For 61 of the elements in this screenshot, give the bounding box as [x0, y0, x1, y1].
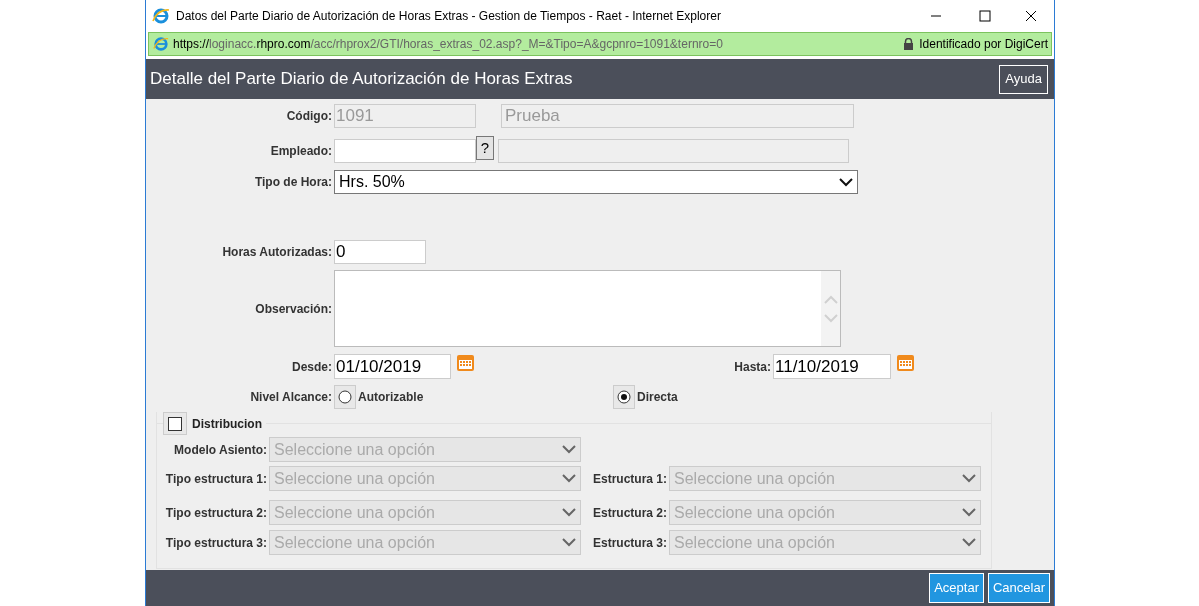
hour-type-select[interactable]: Hrs. 50% [334, 170, 858, 194]
field-label: Modelo Asiento: [173, 441, 268, 459]
select-value: Seleccione una opción [274, 439, 435, 460]
accept-button[interactable]: Aceptar [929, 573, 984, 603]
field-label: Hasta: [733, 358, 772, 376]
close-icon[interactable] [1025, 10, 1037, 22]
window-title: Datos del Parte Diario de Autorización de Horas Extras - Gestion de Tiempos - Raet - Internet Explorer [176, 8, 721, 25]
cancel-button[interactable]: Cancelar [987, 573, 1050, 603]
checkbox-icon[interactable] [168, 416, 182, 431]
field-label: Observación: [254, 300, 333, 318]
maximize-icon[interactable] [979, 10, 991, 22]
radio-icon[interactable] [338, 390, 352, 404]
field-label: Tipo estructura 1: [164, 470, 268, 488]
radio-label: Directa [637, 389, 679, 406]
field-label: Estructura 2: [591, 504, 668, 522]
select-value: Seleccione una opción [274, 468, 435, 489]
radio-label: Autorizable [358, 389, 425, 406]
page-title: Detalle del Parte Diario de Autorización de Horas Extras [150, 68, 573, 91]
address-bar[interactable]: https://loginacc.rhpro.com/acc/rhprox2/GTI/horas_extras_02.asp?_M=&Tipo=A&gcpnro=1091&ternro=0 Identificado por DigiCert [148, 32, 1052, 56]
field-label: Tipo estructura 3: [164, 534, 268, 552]
chevron-down-icon [562, 538, 576, 547]
chevron-down-icon [962, 474, 976, 483]
security-label: Identificado por DigiCert [919, 36, 1048, 53]
chevron-down-icon [962, 508, 976, 517]
employee-field[interactable] [334, 139, 476, 163]
field-label: Estructura 1: [591, 470, 668, 488]
chevron-down-icon [562, 445, 576, 454]
browser-logo-icon [152, 7, 170, 25]
lock-icon [903, 38, 915, 50]
select-value: Seleccione una opción [674, 468, 835, 489]
chevron-down-icon [839, 177, 853, 187]
date-field[interactable]: 01/10/2019 [334, 354, 451, 379]
select-value: Seleccione una opción [274, 532, 435, 553]
hours-field[interactable]: 0 [334, 240, 426, 264]
field-label: Estructura 3: [591, 534, 668, 552]
chevron-down-icon [562, 508, 576, 517]
checkbox[interactable] [163, 412, 187, 435]
date-field[interactable]: 11/10/2019 [773, 354, 891, 379]
description-field: Prueba [501, 104, 854, 128]
select-value: Seleccione una opción [674, 502, 835, 523]
field-label: Desde: [291, 358, 333, 376]
select-value: Hrs. 50% [339, 172, 405, 192]
chevron-down-icon [562, 474, 576, 483]
radio-button[interactable] [334, 385, 356, 409]
code-field: 1091 [334, 104, 476, 128]
browser-logo-icon [153, 36, 169, 52]
help-button[interactable]: Ayuda [999, 64, 1048, 94]
field-label: Tipo de Hora: [253, 174, 333, 191]
field-label: Empleado: [269, 143, 333, 160]
select-value: Seleccione una opción [274, 502, 435, 523]
url-text: https://loginacc.rhpro.com/acc/rhprox2/GTI/horas_extras_02.asp?_M=&Tipo=A&gcpnro=1091&ternro=0 [173, 36, 723, 53]
radio-button[interactable] [613, 385, 635, 409]
lookup-button[interactable]: ? [476, 136, 494, 160]
checkbox-label: Distribucion [192, 415, 262, 433]
field-label: Nivel Alcance: [249, 389, 333, 406]
chevron-down-icon [962, 538, 976, 547]
field-label: Código: [285, 108, 333, 125]
select-value: Seleccione una opción [674, 532, 835, 553]
field-label: Tipo estructura 2: [164, 504, 268, 522]
radio-icon[interactable] [617, 390, 631, 404]
field-label: Horas Autorizadas: [221, 244, 333, 261]
